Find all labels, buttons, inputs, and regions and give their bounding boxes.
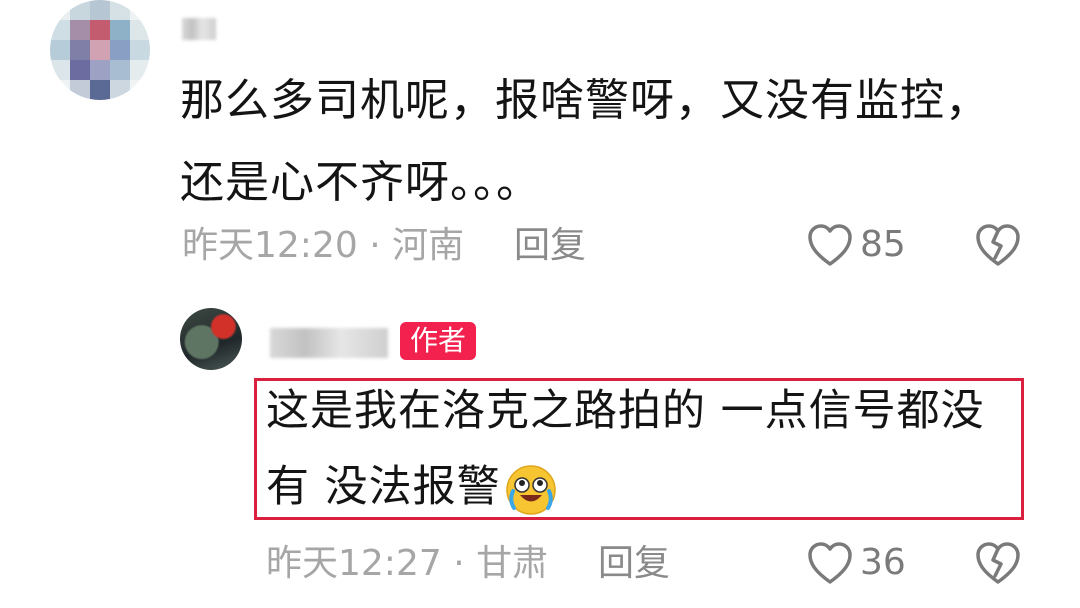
crying-laughing-face-icon	[505, 464, 556, 515]
reply-text-line2: 有 没法报警	[266, 452, 557, 522]
author-badge: 作者	[400, 322, 477, 360]
reply-button[interactable]: 回复	[514, 226, 586, 266]
reply-meta: 昨天12:27 · 甘肃	[266, 543, 549, 584]
dislike-button[interactable]	[974, 222, 1022, 272]
author-name-redacted[interactable]	[270, 328, 388, 358]
reply-like-button[interactable]: 36	[806, 540, 906, 586]
comment-meta: 昨天12:20 · 河南	[182, 225, 465, 266]
author-avatar[interactable]	[180, 308, 242, 370]
commenter-name-redacted[interactable]	[182, 18, 216, 40]
commenter-avatar[interactable]	[50, 0, 150, 100]
heart-icon	[808, 224, 852, 266]
heart-icon	[808, 542, 852, 584]
reply-reply-button[interactable]: 回复	[598, 544, 670, 584]
reply-text-line1: 这是我在洛克之路拍的 一点信号都没	[266, 386, 985, 436]
broken-heart-icon	[976, 224, 1020, 266]
comment-text-line2: 还是心不齐呀。。。	[180, 157, 541, 208]
reply-like-count: 36	[860, 542, 906, 583]
comment-text-line1: 那么多司机呢，报啥警呀，又没有监控，	[180, 75, 990, 126]
like-count: 85	[860, 224, 906, 265]
broken-heart-icon	[976, 542, 1020, 584]
reply-text-line2-text: 有 没法报警	[266, 462, 501, 512]
reply-dislike-button[interactable]	[974, 540, 1022, 590]
like-button[interactable]: 85	[806, 222, 906, 268]
